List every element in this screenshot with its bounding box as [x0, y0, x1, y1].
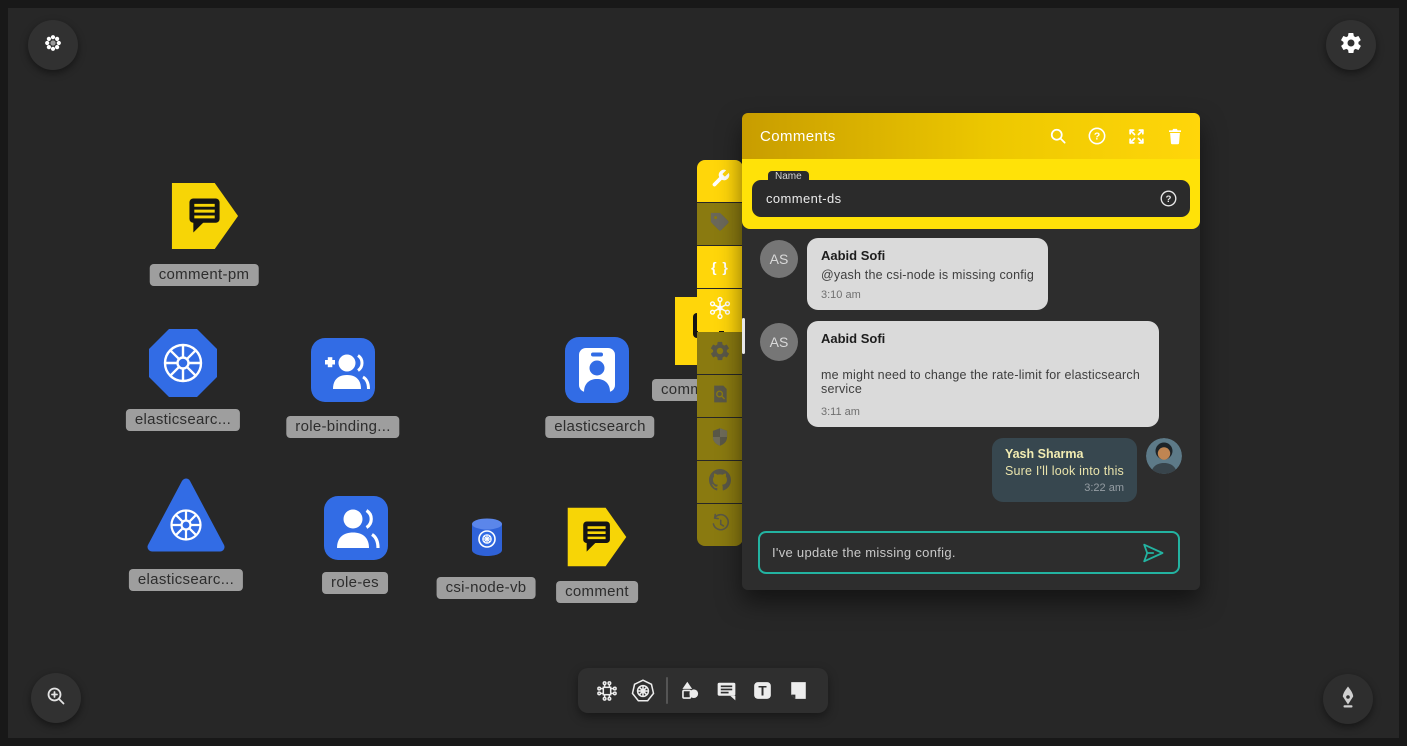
design-canvas[interactable]: comment-pm elasticsearc... role-binding.…	[8, 8, 1399, 738]
hub-icon	[708, 296, 732, 325]
comments-panel-header[interactable]: Comments ?	[742, 113, 1200, 159]
pen-nib-icon	[1336, 685, 1360, 714]
help-icon[interactable]: ?	[1086, 125, 1108, 147]
message-time: 3:11 am	[821, 406, 1145, 418]
comments-message-list[interactable]: AS Aabid Sofi @yash the csi-node is miss…	[742, 229, 1200, 524]
doc-search-icon	[710, 384, 730, 409]
message-row: Yash Sharma Sure I'll look into this 3:2…	[760, 438, 1182, 502]
avatar-photo	[1146, 438, 1182, 474]
toolbar-json-button[interactable]: { }	[697, 246, 743, 288]
name-input[interactable]	[766, 191, 1159, 206]
node-elasticsearch-triangle[interactable]	[146, 477, 226, 562]
message-time: 3:22 am	[1005, 482, 1124, 494]
message-text: me might need to change the rate-limit f…	[821, 368, 1145, 396]
shield-icon	[710, 427, 730, 452]
node-csi-node-vb[interactable]	[469, 516, 505, 563]
node-label: comment-pm	[150, 264, 259, 286]
node-elasticsearch-serviceaccount[interactable]	[565, 337, 629, 408]
node-label: comment	[556, 581, 638, 603]
text-tool-button[interactable]: T	[749, 677, 777, 705]
panel-title: Comments	[760, 128, 1047, 145]
name-field-label: Name	[768, 171, 809, 181]
history-icon	[709, 512, 731, 539]
toolbar-github-button[interactable]	[697, 461, 743, 503]
kubernetes-tool-button[interactable]	[629, 677, 657, 705]
app-frame: comment-pm elasticsearc... role-binding.…	[0, 0, 1407, 746]
message-bubble: Aabid Sofi me might need to change the r…	[807, 321, 1159, 427]
avatar-initials: AS	[760, 240, 798, 278]
braces-icon: { }	[711, 259, 729, 275]
wrench-icon	[710, 168, 731, 194]
message-row: AS Aabid Sofi @yash the csi-node is miss…	[760, 238, 1182, 310]
message-author: Aabid Sofi	[821, 331, 1145, 346]
name-field[interactable]: Name ?	[752, 180, 1190, 217]
avatar-initials: AS	[760, 323, 798, 361]
comments-panel: Comments ? Name ? AS Aabid Sofi @yash th…	[742, 113, 1200, 590]
node-label: csi-node-vb	[437, 577, 536, 599]
component-tool-button[interactable]	[593, 677, 621, 705]
toolbar-history-button[interactable]	[697, 504, 743, 546]
panel-scrollbar-thumb[interactable]	[742, 318, 745, 354]
field-help-icon[interactable]: ?	[1159, 189, 1178, 208]
trash-icon[interactable]	[1164, 125, 1186, 147]
comment-input-box[interactable]	[758, 531, 1180, 574]
node-comment-pm[interactable]	[170, 180, 240, 257]
message-author: Aabid Sofi	[821, 248, 1034, 263]
toolbar-labels-button[interactable]	[697, 203, 743, 245]
node-label: elasticsearch	[545, 416, 654, 438]
message-row: AS Aabid Sofi me might need to change th…	[760, 321, 1182, 427]
settings-button[interactable]	[1326, 20, 1376, 70]
message-author: Yash Sharma	[1005, 447, 1124, 461]
message-time: 3:10 am	[821, 289, 1034, 301]
message-text: Sure I'll look into this	[1005, 464, 1124, 478]
search-icon[interactable]	[1047, 125, 1069, 147]
toolbar-inspect-button[interactable]	[697, 375, 743, 417]
svg-text:?: ?	[1094, 132, 1100, 143]
expand-icon[interactable]	[1125, 125, 1147, 147]
toolbar-divider	[666, 677, 668, 704]
shapes-tool-button[interactable]	[676, 677, 704, 705]
gear-icon	[709, 340, 731, 367]
message-bubble: Yash Sharma Sure I'll look into this 3:2…	[992, 438, 1137, 502]
node-elasticsearch-octagon[interactable]	[147, 327, 219, 404]
toolbar-configure-button[interactable]	[697, 160, 743, 202]
node-label: elasticsearc...	[129, 569, 243, 591]
text-tool-glyph: T	[759, 684, 768, 699]
send-button[interactable]	[1140, 540, 1166, 566]
node-comment[interactable]	[566, 505, 628, 574]
zoom-in-icon	[44, 684, 68, 713]
message-text: @yash the csi-node is missing config	[821, 268, 1034, 282]
app-logo-flower-icon	[43, 33, 63, 58]
github-icon	[709, 469, 731, 496]
zoom-button[interactable]	[31, 673, 81, 723]
message-bubble: Aabid Sofi @yash the csi-node is missing…	[807, 238, 1048, 310]
pen-tool-button[interactable]	[1323, 674, 1373, 724]
settings-gear-icon	[1339, 31, 1363, 60]
node-context-toolbar: { }	[697, 160, 743, 547]
node-label: elasticsearc...	[126, 409, 240, 431]
node-role-es[interactable]	[324, 496, 388, 565]
tag-icon	[709, 211, 731, 238]
toolbar-policies-button[interactable]	[697, 418, 743, 460]
shape-palette-toolbar: T	[578, 668, 828, 713]
node-label: role-es	[322, 572, 388, 594]
name-field-section: Name ?	[742, 159, 1200, 229]
node-label: role-binding...	[286, 416, 399, 438]
note-tool-button[interactable]	[785, 677, 813, 705]
svg-text:?: ?	[1166, 194, 1172, 205]
node-role-binding[interactable]	[311, 338, 375, 407]
comment-input[interactable]	[772, 545, 1140, 560]
app-logo-button[interactable]	[28, 20, 78, 70]
comment-tool-button[interactable]	[712, 677, 740, 705]
toolbar-relationships-button[interactable]	[697, 289, 743, 331]
toolbar-settings-button[interactable]	[697, 332, 743, 374]
